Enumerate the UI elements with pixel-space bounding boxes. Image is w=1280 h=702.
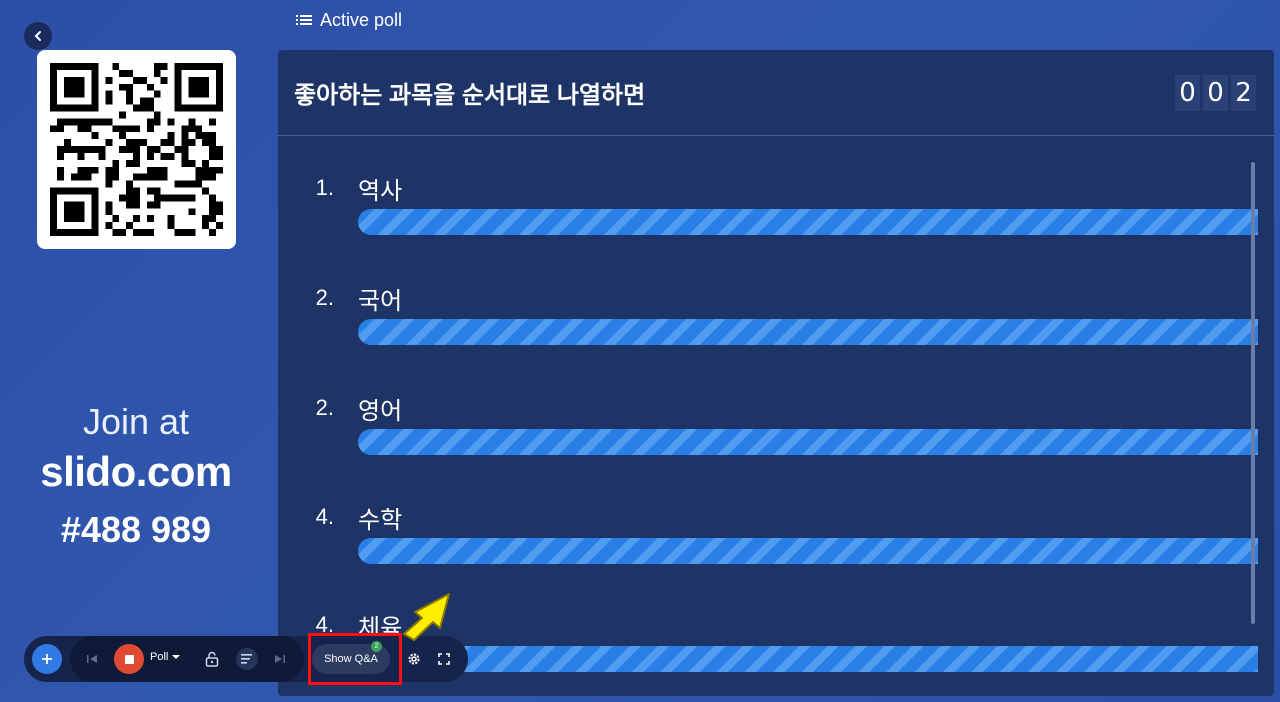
add-button[interactable] — [32, 644, 62, 674]
join-url: slido.com — [40, 448, 232, 495]
join-at-text: Join at — [82, 401, 190, 442]
vote-counter: 0 0 2 — [1175, 74, 1256, 111]
poll-option: 1. 역사 — [278, 173, 1274, 235]
poll-question: 좋아하는 과목을 순서대로 나열하면 — [294, 82, 646, 109]
counter-digit: 0 — [1175, 74, 1200, 111]
fullscreen-icon — [438, 653, 450, 665]
skip-next-icon — [275, 655, 285, 663]
results-button[interactable] — [236, 648, 258, 670]
poll-dropdown-label: Poll — [150, 651, 169, 663]
result-bar — [358, 538, 1258, 564]
option-rank: 2. — [315, 285, 334, 310]
option-rank: 4. — [315, 504, 334, 529]
gear-icon — [408, 653, 420, 665]
result-bar — [358, 209, 1258, 235]
poll-option: 2. 영어 — [278, 393, 1274, 455]
lines-icon — [241, 654, 252, 664]
skip-previous-icon — [87, 655, 97, 663]
join-info: Join at slido.com #488 989 — [0, 400, 272, 560]
settings-button[interactable] — [406, 651, 422, 667]
previous-button[interactable] — [84, 651, 100, 667]
qr-code — [37, 50, 236, 249]
option-rank: 2. — [315, 395, 334, 420]
stop-icon — [124, 654, 134, 664]
option-label: 국어 — [358, 287, 403, 315]
next-button[interactable] — [272, 651, 288, 667]
list-icon — [296, 15, 312, 25]
scrollbar[interactable] — [1251, 162, 1255, 624]
lock-button[interactable] — [202, 649, 222, 669]
back-button[interactable] — [24, 22, 52, 50]
option-label: 영어 — [358, 397, 403, 425]
poll-controls: Poll — [70, 636, 304, 682]
counter-digit: 0 — [1203, 74, 1228, 111]
fullscreen-button[interactable] — [436, 651, 452, 667]
stop-poll-button[interactable] — [114, 644, 144, 674]
option-label: 수학 — [358, 506, 403, 534]
counter-digit: 2 — [1231, 74, 1256, 111]
plus-icon — [42, 654, 52, 664]
header-title: Active poll — [320, 9, 403, 30]
result-bar — [358, 429, 1258, 455]
active-poll-header: Active poll — [296, 8, 402, 32]
poll-option: 2. 국어 — [278, 283, 1274, 345]
poll-option: 4. 수학 — [278, 502, 1274, 564]
poll-header: 좋아하는 과목을 순서대로 나열하면 0 0 2 — [278, 50, 1274, 136]
result-bar — [358, 646, 1258, 672]
caret-down-icon — [172, 655, 181, 659]
option-label: 역사 — [358, 177, 403, 205]
poll-dropdown[interactable]: Poll — [150, 651, 181, 663]
pointer-arrow-icon — [403, 593, 450, 641]
option-rank: 1. — [315, 175, 334, 200]
event-code: #488 989 — [60, 509, 212, 550]
unlock-icon — [205, 651, 219, 667]
result-bar — [358, 319, 1258, 345]
chevron-left-icon — [34, 31, 41, 41]
qa-highlight-box — [308, 633, 402, 685]
